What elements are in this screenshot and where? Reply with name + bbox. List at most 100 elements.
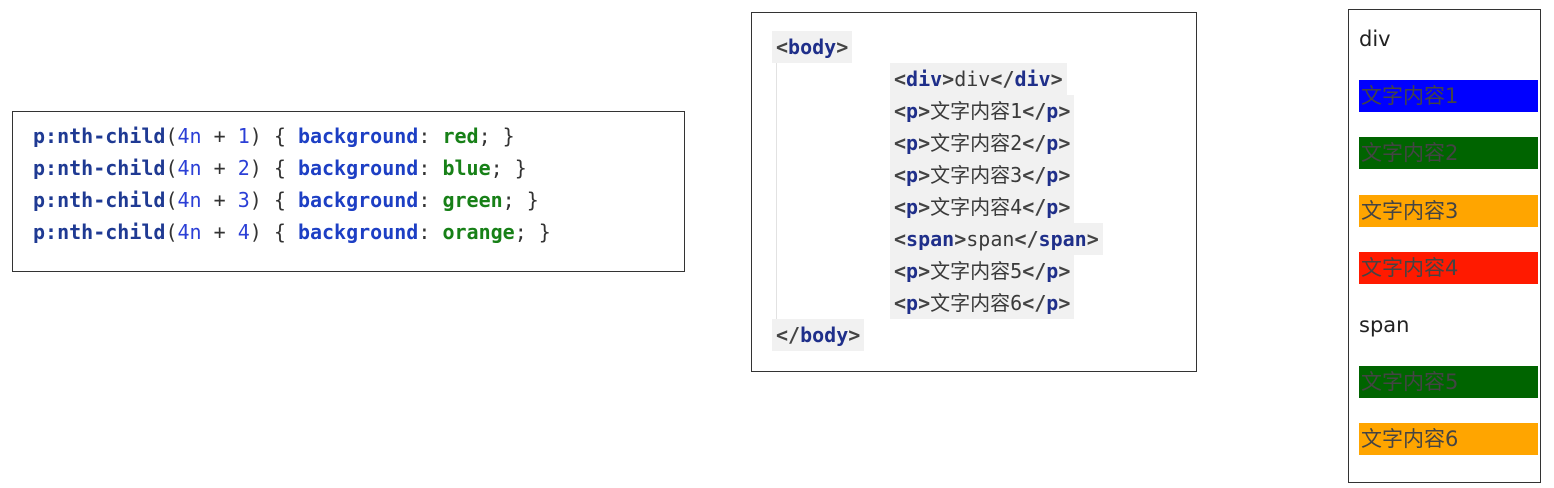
tag-name: p [906, 131, 919, 155]
tag-name: p [1046, 259, 1059, 283]
css-value: orange [442, 220, 515, 244]
css-paren-close: ) [249, 220, 262, 244]
tag-name: body [788, 35, 837, 59]
body-close-tag: </body> [772, 319, 865, 351]
result-paragraph-5: 文字内容5 [1359, 366, 1538, 398]
source-line-div: <div>div</div> [890, 63, 1067, 95]
tag-bracket: </ [1022, 195, 1047, 219]
tag-bracket: </ [1022, 163, 1047, 187]
css-rule-end: ; } [502, 188, 539, 212]
tag-text: span [966, 227, 1015, 251]
css-paren-open: ( [165, 156, 178, 180]
css-paren-open: ( [165, 220, 178, 244]
tag-bracket: > [1058, 195, 1071, 219]
css-rule-end: ; } [514, 220, 551, 244]
tag-bracket: < [894, 163, 907, 187]
css-colon: : [418, 220, 443, 244]
css-property: background [297, 220, 419, 244]
source-line-p: <p>文字内容4</p> [890, 191, 1075, 223]
tag-bracket: > [1050, 67, 1063, 91]
css-property: background [297, 188, 419, 212]
tag-text: 文字内容6 [930, 291, 1023, 315]
tag-bracket: </ [1022, 99, 1047, 123]
css-paren-close: ) [249, 124, 262, 148]
css-rules-panel: p:nth-child(4n + 1) { background: red; }… [12, 111, 685, 272]
css-value: green [442, 188, 503, 212]
css-brace-open: { [261, 188, 298, 212]
tag-text: 文字内容1 [930, 99, 1023, 123]
tag-bracket: > [836, 35, 849, 59]
tag-bracket: < [894, 227, 907, 251]
tag-text: 文字内容5 [930, 259, 1023, 283]
tag-bracket: > [1058, 259, 1071, 283]
tag-name: p [1046, 291, 1059, 315]
tag-name: div [1014, 67, 1051, 91]
tag-name: p [1046, 195, 1059, 219]
css-rule: p:nth-child(4n + 2) { background: blue; … [33, 152, 684, 184]
tag-bracket: < [894, 131, 907, 155]
tag-bracket: < [894, 291, 907, 315]
tag-bracket: > [1058, 131, 1071, 155]
css-brace-open: { [261, 124, 298, 148]
tag-name: span [1038, 227, 1087, 251]
tag-bracket: > [918, 259, 931, 283]
indent-guide [776, 63, 777, 321]
css-offset: 4 [237, 220, 250, 244]
tag-name: p [1046, 131, 1059, 155]
body-open-tag: <body> [772, 31, 853, 63]
result-paragraph-1: 文字内容1 [1359, 80, 1538, 112]
css-selector: p:nth-child [33, 156, 166, 180]
css-offset: 3 [237, 188, 250, 212]
tag-name: p [1046, 163, 1059, 187]
html-source-panel: <body> <div>div</div> <p>文字内容1</p> <p>文字… [751, 12, 1197, 372]
tag-bracket: < [894, 259, 907, 283]
result-paragraph-6: 文字内容6 [1359, 423, 1538, 455]
tag-bracket: </ [776, 323, 801, 347]
source-line-p: <p>文字内容2</p> [890, 127, 1075, 159]
tag-name: p [906, 291, 919, 315]
tag-bracket: </ [1022, 291, 1047, 315]
css-paren-open: ( [165, 188, 178, 212]
css-property: background [297, 124, 419, 148]
css-rule: p:nth-child(4n + 4) { background: orange… [33, 216, 684, 248]
tag-text: 文字内容3 [930, 163, 1023, 187]
tag-name: p [906, 163, 919, 187]
tag-name: p [906, 259, 919, 283]
tag-bracket: > [1058, 291, 1071, 315]
tag-bracket: </ [1022, 259, 1047, 283]
css-operator: + [201, 156, 238, 180]
css-colon: : [418, 156, 443, 180]
css-paren-open: ( [165, 124, 178, 148]
rendered-result-panel: div 文字内容1 文字内容2 文字内容3 文字内容4 span 文字内容5 文… [1348, 9, 1541, 483]
tag-bracket: > [918, 291, 931, 315]
css-brace-open: { [261, 156, 298, 180]
tag-name: span [906, 227, 955, 251]
tag-name: p [906, 195, 919, 219]
tag-bracket: > [1086, 227, 1099, 251]
tag-text: 文字内容2 [930, 131, 1023, 155]
source-line-p: <p>文字内容6</p> [890, 287, 1075, 319]
css-colon: : [418, 124, 443, 148]
result-paragraph-3: 文字内容3 [1359, 195, 1538, 227]
tag-bracket: </ [1014, 227, 1039, 251]
tag-bracket: < [776, 35, 789, 59]
css-step: 4n [177, 220, 202, 244]
tag-bracket: > [848, 323, 861, 347]
css-step: 4n [177, 156, 202, 180]
source-line-p: <p>文字内容1</p> [890, 95, 1075, 127]
css-offset: 2 [237, 156, 250, 180]
tag-name: p [906, 99, 919, 123]
css-property: background [297, 156, 419, 180]
css-rule-end: ; } [478, 124, 515, 148]
tag-bracket: > [918, 99, 931, 123]
css-rule: p:nth-child(4n + 3) { background: green;… [33, 184, 684, 216]
tag-text: 文字内容4 [930, 195, 1023, 219]
tag-name: body [800, 323, 849, 347]
css-selector: p:nth-child [33, 124, 166, 148]
css-operator: + [201, 188, 238, 212]
result-span: span [1359, 313, 1410, 337]
css-selector: p:nth-child [33, 188, 166, 212]
css-offset: 1 [237, 124, 250, 148]
tag-bracket: > [954, 227, 967, 251]
css-selector: p:nth-child [33, 220, 166, 244]
